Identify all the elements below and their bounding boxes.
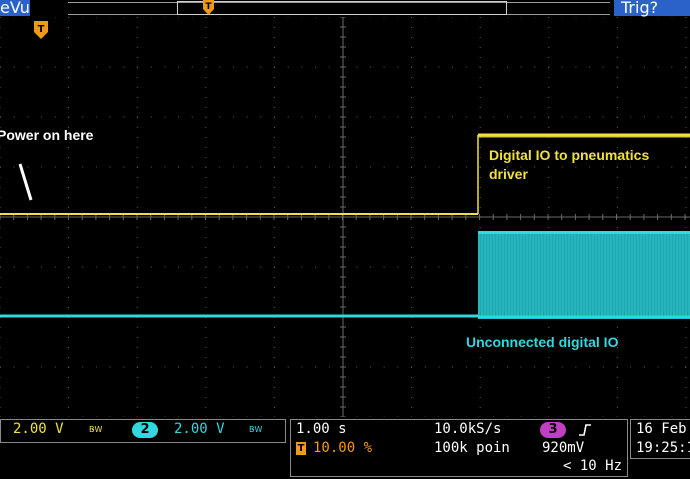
trigger-position-icon: T bbox=[296, 442, 306, 455]
trigger-level-readout: 920mV bbox=[542, 440, 585, 456]
trigger-position-marker-icon: T bbox=[203, 0, 214, 15]
ch1-scale[interactable]: 2.00 V bbox=[13, 421, 64, 437]
trigger-time-marker-glyph: T bbox=[38, 24, 45, 35]
trigger-marker-glyph: T bbox=[205, 2, 212, 12]
record-view-window[interactable] bbox=[177, 1, 507, 15]
ch2-bandwidth-limit-icon: B̵W bbox=[249, 425, 263, 434]
time-readout: 19:25:1 bbox=[636, 440, 690, 456]
topbar-left-label: eVu bbox=[0, 0, 30, 17]
digital-io-annotation-line1: Digital IO to pneumatics bbox=[489, 147, 650, 163]
record-length-readout: 100k poin bbox=[434, 440, 510, 456]
bottom-status-bar: 2.00 V B̵W 2 2.00 V B̵W 1.00 s T 10.00 %… bbox=[0, 417, 690, 479]
date-readout: 16 Feb bbox=[636, 421, 687, 437]
sample-rate-readout: 10.0kS/s bbox=[434, 421, 502, 437]
trigger-position-readout: 10.00 % bbox=[313, 440, 373, 456]
ch2-scale[interactable]: 2.00 V bbox=[174, 421, 225, 437]
ch2-trace bbox=[0, 231, 690, 319]
unconnected-io-annotation: Unconnected digital IO bbox=[466, 334, 619, 350]
trigger-position-glyph: T bbox=[297, 443, 305, 454]
ch2-badge[interactable]: 2 bbox=[132, 422, 158, 438]
ch1-bandwidth-limit-icon: B̵W bbox=[89, 425, 103, 434]
graticule bbox=[0, 17, 690, 417]
power-on-pointer bbox=[18, 163, 33, 201]
timebase-readout: 1.00 s bbox=[296, 421, 347, 437]
trigger-status-label: Trig? bbox=[621, 0, 659, 17]
trigger-frequency-readout: < 10 Hz bbox=[563, 458, 623, 474]
trigger-time-marker-icon: T bbox=[34, 21, 48, 39]
oscilloscope-screen: eVu T Trig? T Power on here Digital IO t… bbox=[0, 0, 690, 479]
waveform-display: T bbox=[0, 17, 690, 417]
top-status-bar: eVu T Trig? bbox=[0, 0, 690, 17]
digital-io-annotation-line2: driver bbox=[489, 166, 528, 182]
power-on-annotation: Power on here bbox=[0, 127, 94, 143]
rising-edge-icon bbox=[579, 424, 591, 436]
trigger-source-badge[interactable]: 3 bbox=[540, 422, 566, 438]
